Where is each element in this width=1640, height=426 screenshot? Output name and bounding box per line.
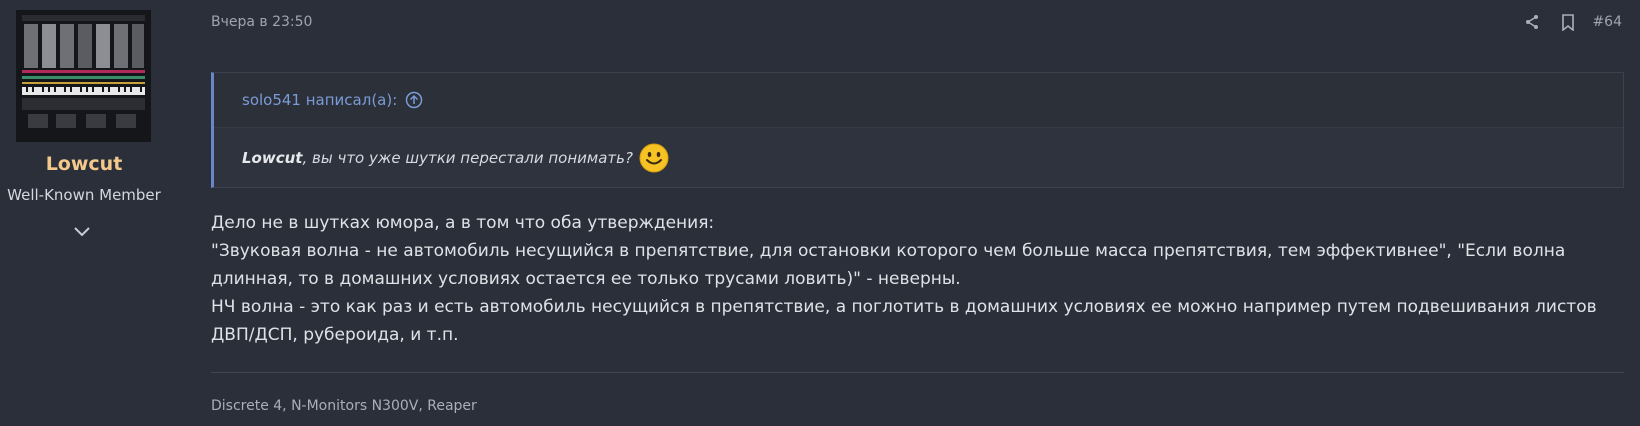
share-button[interactable] (1522, 12, 1542, 32)
quote-text: , вы что уже шутки перестали понимать? (302, 149, 633, 167)
avatar[interactable] (16, 10, 151, 142)
bookmark-button[interactable] (1558, 12, 1578, 32)
post-actions: #64 (1506, 10, 1622, 34)
post-body: Дело не в шутках юмора, а в том что оба … (211, 209, 1631, 349)
share-icon (1526, 15, 1539, 29)
chevron-down-icon (74, 227, 90, 237)
post-paragraph: Дело не в шутках юмора, а в том что оба … (211, 213, 715, 233)
user-title: Well-Known Member (7, 186, 161, 204)
avatar-synth-icon (16, 10, 151, 142)
quote-header[interactable]: solo541 написал(а): (214, 73, 1623, 128)
author-panel: Lowcut Well-Known Member (0, 0, 168, 426)
expand-author-button[interactable] (70, 222, 94, 242)
quote-block: solo541 написал(а): Lowcut, вы что уже ш… (211, 72, 1624, 188)
quote-body: Lowcut, вы что уже шутки перестали поним… (214, 128, 1623, 188)
signature: Discrete 4, N-Monitors N300V, Reaper (211, 398, 477, 414)
post-date[interactable]: Вчера в 23:50 (211, 14, 312, 30)
arrow-up-circle-icon[interactable] (405, 91, 423, 109)
quote-mention[interactable]: Lowcut (242, 149, 302, 167)
bookmark-icon (1562, 13, 1575, 31)
username[interactable]: Lowcut (0, 153, 168, 175)
quote-author[interactable]: solo541 написал(а): (242, 91, 397, 109)
smile-emoji-icon (639, 143, 669, 173)
post-paragraph: "Звуковая волна - не автомобиль несущийс… (211, 241, 1566, 289)
post-number-link[interactable]: #64 (1592, 14, 1622, 30)
post-paragraph: НЧ волна - это как раз и есть автомобиль… (211, 297, 1597, 345)
signature-divider (211, 372, 1624, 373)
